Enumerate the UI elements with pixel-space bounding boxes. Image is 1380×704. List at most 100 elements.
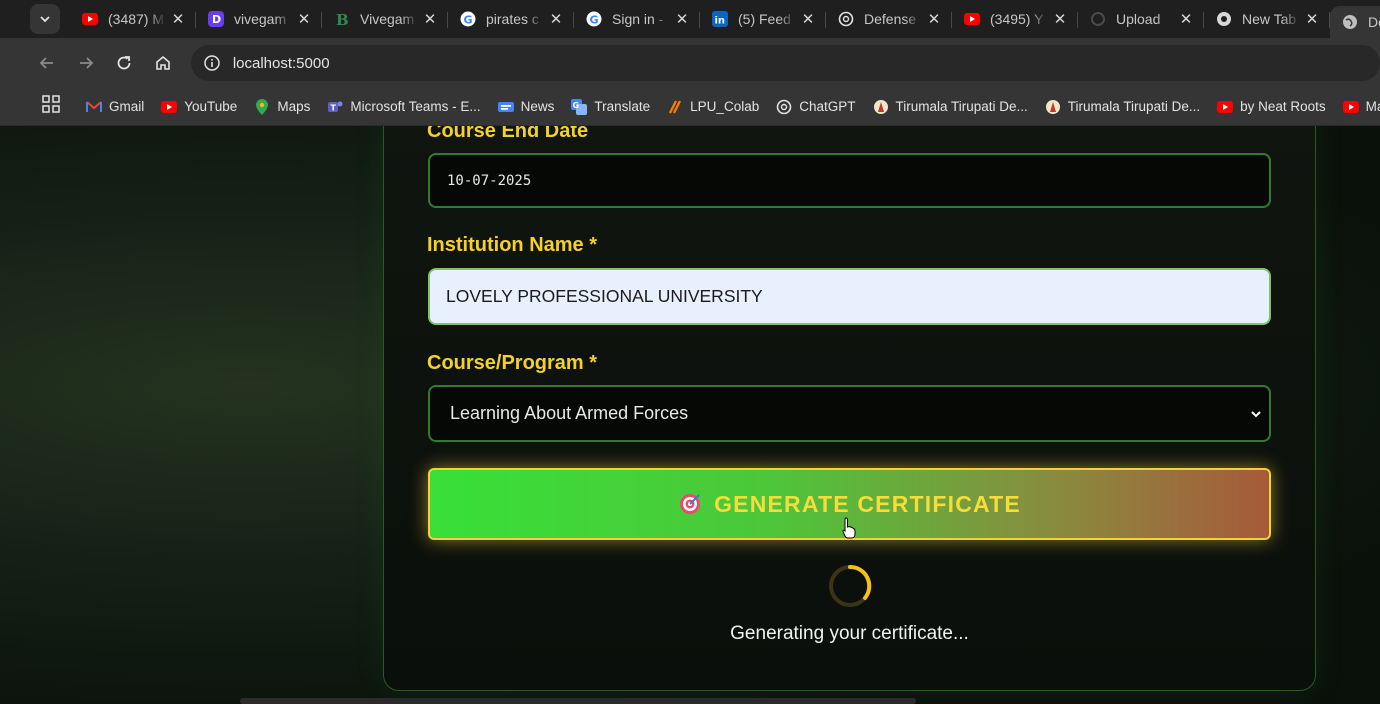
close-icon[interactable]: ✕ [166,10,190,28]
map-pin-icon [254,98,270,115]
close-icon[interactable]: ✕ [670,10,694,28]
youtube-icon [1217,99,1234,115]
close-icon[interactable]: ✕ [1300,10,1324,28]
google-icon: G [460,11,476,27]
bookmark-label: Translate [594,99,651,114]
close-icon[interactable]: ✕ [796,10,820,28]
bookmark-news[interactable]: News [497,99,554,115]
browser-tab[interactable]: in (5) Feed ✕ [700,3,826,35]
reload-icon [117,56,131,70]
generate-button-label: GENERATE CERTIFICATE [714,490,1021,517]
close-icon[interactable]: ✕ [922,10,946,28]
target-icon [680,494,701,514]
youtube-icon [1342,99,1359,115]
bookmark-tirumala-1[interactable]: Tirumala Tirupati De... [873,99,1028,115]
tab-title: Upload [1116,11,1161,27]
tab-search-button[interactable] [30,4,60,34]
svg-text:B: B [336,11,349,27]
chevron-down-icon [40,16,50,23]
loading-spinner-icon [829,564,872,607]
tab-title: (3487) M [108,11,165,27]
reload-button[interactable] [108,47,140,79]
back-button[interactable] [31,47,63,79]
bookmark-label: by Neat Roots [1240,99,1326,114]
close-icon[interactable]: ✕ [418,10,442,28]
bookmark-label: ChatGPT [799,99,856,114]
tab-title: (5) Feed [738,11,791,27]
browser-tab[interactable]: G pirates c ✕ [448,3,574,35]
chrome-icon [1216,11,1232,27]
forward-button[interactable] [70,47,102,79]
bookmark-maps[interactable]: Maps [254,98,310,115]
tab-title: Vivegam [360,11,415,27]
info-icon[interactable] [201,52,223,74]
browser-tab[interactable]: (3495) Y ✕ [952,3,1078,35]
chevron-down-icon [1251,410,1261,417]
tab-title: (3495) Y [990,11,1044,27]
bookmark-label: YouTube [184,99,238,114]
browser-toolbar: localhost:5000 [0,38,1380,88]
browser-tab[interactable]: D vivegam ✕ [196,3,322,35]
browser-tab[interactable]: New Tab ✕ [1204,3,1330,35]
home-button[interactable] [147,47,179,79]
browser-tab[interactable]: B Vivegam ✕ [322,3,448,35]
address-bar[interactable]: localhost:5000 [190,45,1380,81]
browser-tab[interactable]: (3487) M ✕ [70,3,196,35]
temple-icon [873,99,889,115]
arrow-left-icon [39,57,53,69]
bookmark-label: Tirumala Tirupati De... [1067,99,1201,114]
close-icon[interactable]: ✕ [1174,10,1198,28]
tab-title: New Tab [1242,11,1297,27]
bookmark-neat-roots[interactable]: by Neat Roots [1217,99,1326,115]
status-message: Generating your certificate... [730,623,969,644]
bookmark-tirumala-2[interactable]: Tirumala Tirupati De... [1045,99,1200,115]
svg-text:D: D [212,13,221,26]
course-label: Course/Program * [427,352,598,374]
youtube-icon [82,11,98,27]
bookmark-label: Microsoft Teams - E... [350,99,481,114]
bookmark-youtube[interactable]: YouTube [161,99,237,115]
tab-title: De [1368,14,1380,30]
institution-label: Institution Name * [427,234,598,256]
loading-icon [1090,11,1106,27]
bookmark-chatgpt[interactable]: ChatGPT [776,99,856,115]
svg-text:in: in [715,16,726,27]
institution-value: LOVELY PROFESSIONAL UNIVERSITY [446,286,763,306]
news-icon [497,99,514,115]
close-icon[interactable]: ✕ [1048,10,1072,28]
google-icon: G [586,11,602,27]
browser-tab-active[interactable]: De [1330,6,1380,38]
globe-icon [1342,14,1358,30]
lpu-icon [667,99,683,115]
end-date-input[interactable]: 10-07-2025 [428,153,1271,208]
browser-tab[interactable]: G Sign in - ✕ [574,3,700,35]
page-viewport: Course End Date 10-07-2025 Institution N… [0,126,1380,704]
apps-grid-icon[interactable] [42,95,60,118]
bookmark-lpu-colab[interactable]: LPU_Colab [667,99,759,115]
svg-text:G: G [590,14,599,27]
linkedin-icon: in [712,11,728,27]
translate-icon: G [571,98,588,115]
bookmark-label: Tirumala Tirupati De... [895,99,1028,114]
bookmark-gmail[interactable]: Gmail [86,99,144,115]
mouse-cursor-icon [842,517,856,539]
svg-text:T: T [331,103,337,112]
bookmark-translate[interactable]: G Translate [571,98,651,115]
bookmarks-bar: Gmail YouTube Maps T Microsoft Teams - E.… [0,88,1380,126]
horizontal-scrollbar[interactable] [240,698,916,704]
url-text: localhost:5000 [232,54,330,72]
browser-tab[interactable]: Defense ✕ [826,3,952,35]
bookmark-machi[interactable]: Machi [1342,99,1380,115]
bookmark-label: Machi [1365,99,1380,114]
close-icon[interactable]: ✕ [292,10,316,28]
gmail-icon [86,99,102,115]
bookmark-teams[interactable]: T Microsoft Teams - E... [327,99,481,115]
close-icon[interactable]: ✕ [544,10,568,28]
tab-title: vivegam [234,11,287,27]
tab-title: Defense [864,11,917,27]
temple-icon [1045,99,1061,115]
institution-input[interactable]: LOVELY PROFESSIONAL UNIVERSITY [428,268,1271,325]
end-date-value: 10-07-2025 [447,172,532,189]
browser-tab[interactable]: Upload ✕ [1078,3,1204,35]
course-select[interactable]: Learning About Armed Forces [428,385,1271,442]
